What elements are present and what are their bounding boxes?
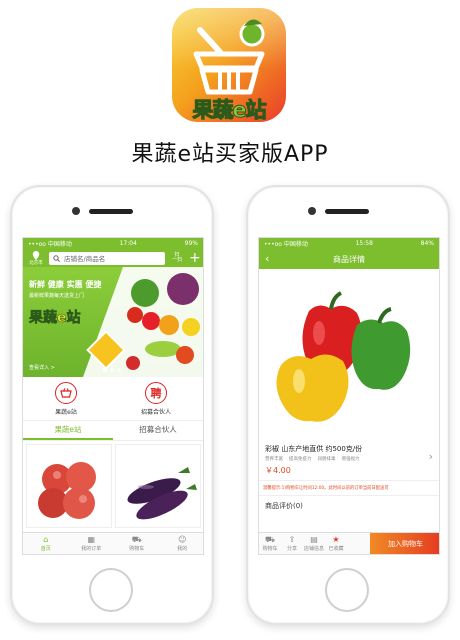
detail-title: 商品详情 [333, 254, 365, 264]
product-tag: 提高免疫力 [289, 457, 312, 462]
product-tags: 营养丰富 提高免疫力 润肠排毒 增强视力 [265, 456, 433, 462]
front-camera [72, 207, 80, 215]
detail-header: ‹ 商品详情 [259, 249, 439, 269]
product-info[interactable]: 彩椒 山东产地直供 约500克/份 营养丰富 提高免疫力 润肠排毒 增强视力 ￥… [259, 440, 439, 481]
action-label: 已收藏 [328, 546, 344, 552]
location-label: 北京市 [29, 260, 43, 266]
earpiece [325, 209, 369, 214]
location-pin-icon [32, 250, 40, 260]
product-tag: 增强视力 [341, 457, 360, 462]
tab-bar: 果蔬e站 招募合伙人 [23, 421, 203, 441]
product-image [259, 269, 439, 440]
nav-cart[interactable]: ⛟ 购物车 [114, 533, 160, 554]
search-placeholder: 店铺名/商品名 [64, 255, 106, 263]
cart-icon: ⛟ [131, 535, 142, 544]
bell-peppers-image [276, 291, 411, 422]
carousel-indicator [103, 368, 121, 372]
action-label: 店铺信息 [303, 546, 324, 552]
search-icon [53, 254, 60, 262]
product-card-apples[interactable] [26, 444, 112, 528]
eggplant-image [127, 467, 197, 520]
home-header: 北京市 店铺名/商品名 扫 一扫 + [23, 249, 203, 267]
home-icon: ⌂ [43, 535, 49, 544]
back-chevron-icon[interactable]: ‹ [265, 252, 269, 265]
nav-label: 我的 [177, 546, 188, 552]
cart-icon: ⛟ [264, 535, 276, 544]
nav-label: 首页 [40, 546, 51, 552]
action-store[interactable]: ▤ 店铺信息 [303, 533, 325, 554]
quick-link-label: 果蔬e站 [55, 408, 77, 416]
scan-button[interactable]: 扫 一扫 [169, 253, 185, 263]
tab-shop[interactable]: 果蔬e站 [23, 421, 113, 440]
action-label: 购物车 [262, 546, 278, 552]
time-text: 15:58 [355, 240, 373, 247]
banner-more-link[interactable]: 查看详入 > [29, 364, 55, 371]
search-input[interactable]: 店铺名/商品名 [49, 251, 165, 265]
app-logo: 果蔬e站 [172, 8, 286, 122]
product-tag: 润肠排毒 [317, 457, 336, 462]
scan-label: 一扫 [171, 257, 182, 263]
user-icon: ☺ [178, 535, 187, 544]
app-icon-brand-text: 果蔬e站 [192, 98, 267, 123]
quick-link-shop[interactable]: 果蔬e站 [54, 381, 77, 416]
tab-recruit[interactable]: 招募合伙人 [113, 421, 203, 440]
star-icon: ★ [332, 535, 340, 544]
basket-icon [54, 381, 77, 404]
share-icon: ⇪ [288, 535, 296, 544]
home-screen: •••oo 中国移动 17:04 99% 北京市 店铺名/商品名 扫 一扫 + [22, 237, 204, 555]
battery-text: 99% [184, 240, 198, 247]
bottom-nav: ⌂ 首页 ▦ 我的订单 ⛟ 购物车 ☺ 我的 [23, 532, 204, 554]
nav-profile[interactable]: ☺ 我的 [160, 533, 204, 554]
nav-label: 我的订单 [81, 546, 102, 552]
promo-banner[interactable]: 新鲜 健康 实惠 便捷 最新鲜果蔬每天送货上门 果蔬e站 查看详入 > [23, 267, 203, 377]
earpiece [89, 209, 133, 214]
status-bar: •••oo 中国移动 17:04 99% [23, 238, 203, 249]
action-favorite[interactable]: ★ 已收藏 [325, 533, 347, 554]
status-bar: •••oo 中国移动 15:58 84% [259, 238, 439, 249]
phone-home-screen: •••oo 中国移动 17:04 99% 北京市 店铺名/商品名 扫 一扫 + [10, 185, 214, 625]
action-cart[interactable]: ⛟ 购物车 [259, 533, 281, 554]
product-grid [23, 441, 203, 531]
delivery-notice: 温馨提示:1)购物车让时间12:00。此时间以前的订单当前日配送可 [259, 481, 439, 496]
product-detail-screen: •••oo 中国移动 15:58 84% ‹ 商品详情 彩椒 山东产地直供 约5… [258, 237, 440, 555]
phone-product-screen: •••oo 中国移动 15:58 84% ‹ 商品详情 彩椒 山东产地直供 约5… [246, 185, 450, 625]
banner-subtitle: 最新鲜果蔬每天送货上门 [29, 293, 85, 299]
nav-orders[interactable]: ▦ 我的订单 [69, 533, 115, 554]
store-icon: ▤ [310, 535, 318, 544]
location-selector[interactable]: 北京市 [27, 250, 45, 266]
front-camera [308, 207, 316, 215]
quick-links: 果蔬e站 聘 招募合伙人 [23, 377, 203, 421]
product-card-eggplant[interactable] [115, 444, 201, 528]
product-tag: 营养丰富 [265, 457, 283, 462]
home-button[interactable] [89, 568, 133, 612]
detail-bottom-bar: ⛟ 购物车 ⇪ 分享 ▤ 店铺信息 ★ 已收藏 加入购物车 [259, 532, 439, 554]
quick-link-label: 招募合伙人 [140, 408, 171, 416]
quick-link-recruit[interactable]: 聘 招募合伙人 [140, 381, 171, 416]
banner-logo: 果蔬e站 [29, 310, 81, 327]
recruit-icon: 聘 [144, 381, 167, 404]
carrier-text: •••oo 中国移动 [264, 241, 308, 248]
apples-image [38, 462, 96, 519]
add-to-cart-button[interactable]: 加入购物车 [370, 533, 439, 554]
add-icon[interactable]: + [189, 251, 201, 265]
time-text: 17:04 [119, 240, 137, 247]
orders-icon: ▦ [87, 535, 96, 544]
home-button[interactable] [325, 568, 369, 612]
product-name: 彩椒 山东产地直供 约500克/份 [265, 445, 363, 453]
nav-label: 购物车 [129, 546, 145, 552]
action-label: 分享 [286, 546, 297, 552]
carrier-text: •••oo 中国移动 [28, 241, 72, 248]
chevron-right-icon: › [428, 450, 433, 463]
action-share[interactable]: ⇪ 分享 [281, 533, 303, 554]
product-reviews[interactable]: 商品评价(0) [259, 496, 439, 516]
banner-tagline: 新鲜 健康 实惠 便捷 [29, 280, 102, 289]
nav-home[interactable]: ⌂ 首页 [23, 533, 69, 554]
product-price: ￥4.00 [265, 466, 291, 475]
page-title: 果蔬e站买家版APP [131, 142, 329, 167]
battery-text: 84% [420, 240, 434, 247]
